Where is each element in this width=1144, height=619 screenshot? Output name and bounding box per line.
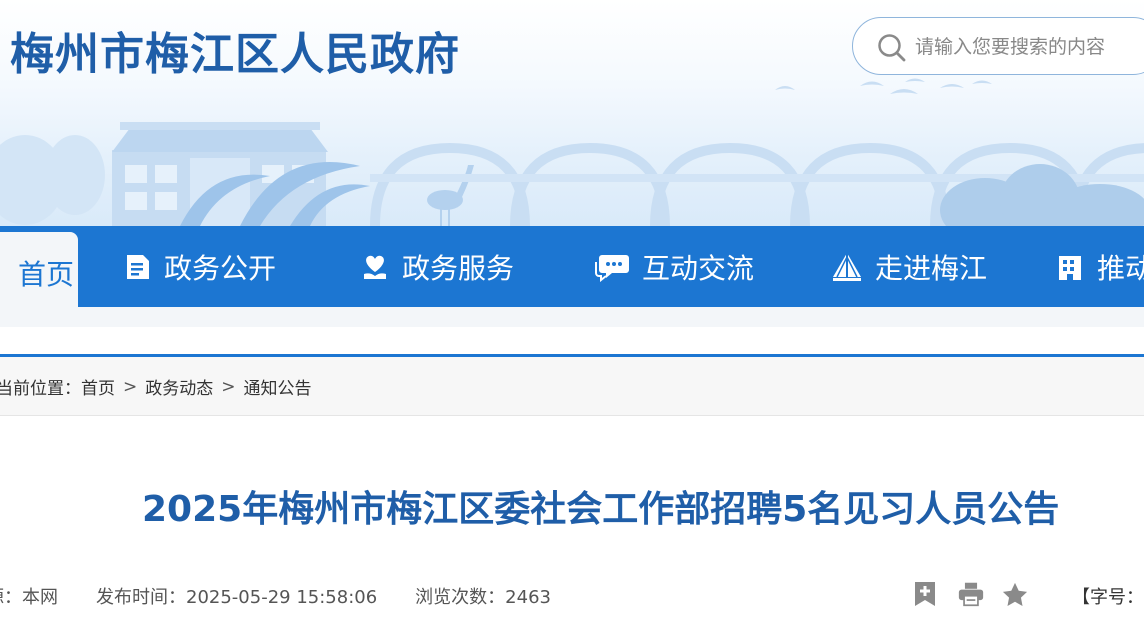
star-icon xyxy=(1002,582,1028,606)
chat-icon xyxy=(595,254,629,282)
article-view-count: 浏览次数：2463 xyxy=(415,587,551,608)
breadcrumb-link-notices[interactable]: 通知公告 xyxy=(244,374,312,399)
nav-item-government-services[interactable]: 政务服务 xyxy=(360,226,514,307)
nav-item-label: 首页 xyxy=(17,257,74,291)
banner-scenery xyxy=(0,78,1144,226)
breadcrumb-separator: > xyxy=(123,376,138,397)
nav-item-label: 互动交流 xyxy=(642,251,755,285)
site-header: 梅州市梅江区人民政府 xyxy=(0,0,1144,226)
nav-item-interaction[interactable]: 互动交流 xyxy=(594,226,754,307)
breadcrumb-prefix: 当前位置： xyxy=(0,379,81,399)
breadcrumb: 当前位置： 首页 > 政务动态 > 通知公告 xyxy=(0,357,312,416)
breadcrumb-separator: > xyxy=(221,376,236,397)
nav-underlay xyxy=(0,307,1144,327)
search-icon[interactable] xyxy=(877,33,907,63)
birds-illustration xyxy=(775,78,992,94)
article-meta: 源：本网 发布时间：2025-05-29 15:58:06 浏览次数：2463 xyxy=(0,582,551,610)
nav-item-government-affairs[interactable]: 政务公开 xyxy=(124,226,276,307)
article-source: 源：本网 xyxy=(0,587,58,608)
font-size-control: 【字号： xyxy=(1072,582,1144,610)
bridge-icon xyxy=(833,252,861,281)
search-input[interactable] xyxy=(915,33,1144,61)
article-tools xyxy=(912,580,1028,608)
trees-right-illustration xyxy=(940,164,1144,226)
breadcrumb-bar: 当前位置： 首页 > 政务动态 > 通知公告 xyxy=(0,354,1144,416)
nav-item-label: 政务服务 xyxy=(402,251,515,285)
nav-item-promotion[interactable]: 推动 xyxy=(1055,226,1144,307)
favorite-button[interactable] xyxy=(1002,580,1028,608)
breadcrumb-link-news[interactable]: 政务动态 xyxy=(145,374,213,399)
article-title: 2025年梅州市梅江区委社会工作部招聘5名见习人员公告 xyxy=(142,489,1060,530)
print-icon xyxy=(958,582,984,607)
bookmark-add-icon xyxy=(915,582,935,606)
nav-item-label: 走进梅江 xyxy=(875,251,988,285)
print-button[interactable] xyxy=(958,580,984,608)
building-icon xyxy=(1059,255,1081,280)
heart-hand-icon xyxy=(364,255,386,279)
bookmark-button[interactable] xyxy=(912,580,938,608)
nav-item-label: 推动 xyxy=(1097,251,1144,285)
nav-item-about-meijiang[interactable]: 走进梅江 xyxy=(831,226,987,307)
search-box[interactable] xyxy=(852,17,1144,75)
trees-left-illustration xyxy=(0,135,105,225)
nav-item-label: 政务公开 xyxy=(164,251,277,285)
document-icon xyxy=(127,254,149,279)
breadcrumb-link-home[interactable]: 首页 xyxy=(81,374,115,399)
main-nav: 首页 政务公开 政务服务 互动交流 走进梅江 推动 xyxy=(0,226,1144,313)
font-size-label: 【字号： xyxy=(1072,587,1144,608)
article-publish-time: 发布时间：2025-05-29 15:58:06 xyxy=(96,587,378,608)
nav-item-home[interactable]: 首页 xyxy=(0,232,78,313)
